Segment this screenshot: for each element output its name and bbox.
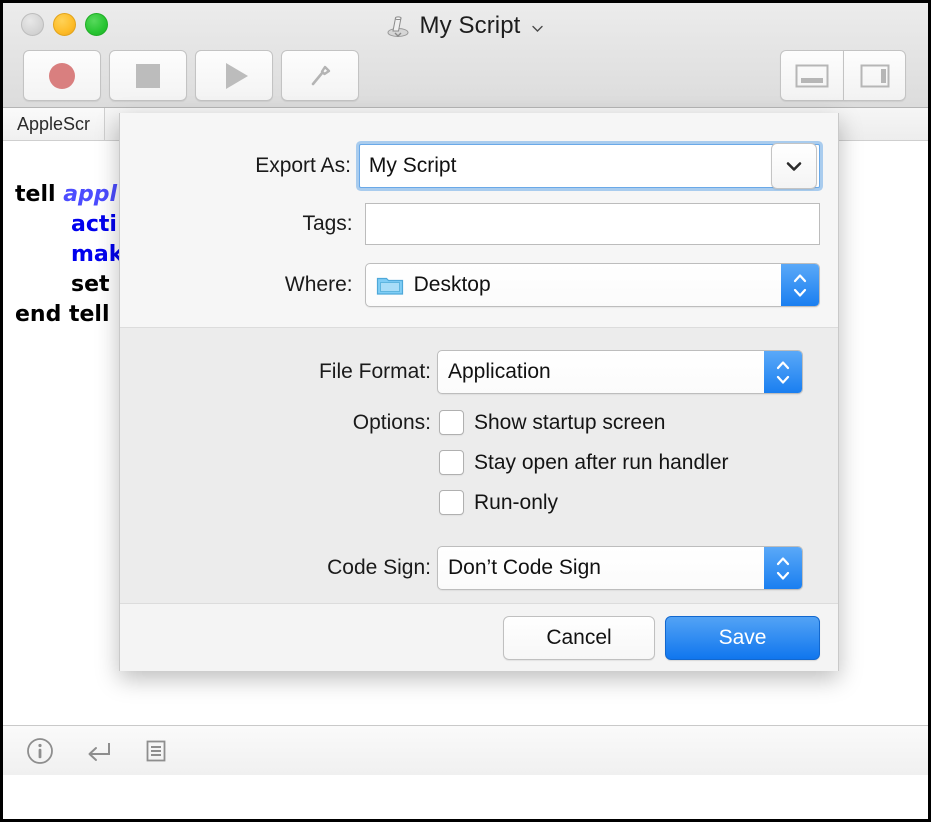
bottom-panel-icon — [794, 62, 830, 90]
file-format-label: File Format: — [120, 360, 431, 384]
export-sheet-top-section: Export As: My Script Tags: Where: — [120, 113, 838, 328]
option-label: Stay open after run handler — [474, 451, 729, 475]
code-token-tell: tell — [15, 182, 63, 207]
toolbar-left-group — [23, 50, 359, 101]
checkbox[interactable] — [439, 450, 464, 475]
checkbox[interactable] — [439, 410, 464, 435]
toggle-bottom-panel-button[interactable] — [780, 50, 843, 101]
window-title-group: My Script — [3, 9, 928, 43]
export-as-value: My Script — [369, 154, 457, 178]
where-value: Desktop — [414, 273, 491, 297]
stepper-arrows-icon — [774, 360, 792, 371]
return-arrow-icon[interactable] — [83, 736, 113, 766]
code-token-set: set — [71, 272, 110, 297]
option-label: Show startup screen — [474, 411, 665, 435]
option-stay-open-after-run-handler[interactable]: Stay open after run handler — [439, 450, 729, 475]
tags-input[interactable] — [365, 203, 820, 245]
options-row: Options: Show startup screen — [120, 410, 820, 435]
info-circle-icon[interactable] — [25, 736, 55, 766]
stepper-arrows-icon — [791, 273, 809, 284]
record-icon — [49, 63, 75, 89]
script-editor-icon — [385, 13, 411, 39]
stop-button[interactable] — [109, 50, 187, 101]
run-button[interactable] — [195, 50, 273, 101]
cancel-button[interactable]: Cancel — [503, 616, 655, 660]
hammer-icon — [305, 61, 335, 91]
stepper-arrows-icon — [791, 287, 809, 298]
play-icon — [226, 63, 248, 89]
compile-button[interactable] — [281, 50, 359, 101]
option-show-startup-screen[interactable]: Show startup screen — [439, 410, 665, 435]
record-button[interactable] — [23, 50, 101, 101]
save-button[interactable]: Save — [665, 616, 820, 660]
code-token-end-tell: end tell — [15, 302, 110, 327]
options-label: Options: — [120, 411, 431, 435]
code-sign-label: Code Sign: — [120, 556, 431, 580]
export-as-input[interactable]: My Script — [359, 144, 820, 188]
where-popup-button[interactable]: Desktop — [365, 263, 820, 307]
code-token-activate: acti — [71, 212, 117, 237]
export-sheet-accessory-section: File Format: Application Options: — [120, 328, 838, 604]
checkbox[interactable] — [439, 490, 464, 515]
toolbar-right-group — [780, 50, 906, 101]
folder-icon — [376, 273, 404, 297]
page-title: My Script — [420, 12, 521, 40]
export-sheet-button-bar: Cancel Save — [120, 604, 838, 671]
where-label: Where: — [120, 273, 353, 297]
stepper-arrows-icon — [774, 570, 792, 581]
tags-row: Tags: — [120, 203, 820, 245]
tab-label: AppleScr — [17, 114, 90, 135]
code-sign-popup-button[interactable]: Don’t Code Sign — [437, 546, 803, 590]
stepper-arrows-icon — [774, 374, 792, 385]
code-token-application: appl — [63, 182, 117, 207]
export-sheet-dialog: Export As: My Script Tags: Where: — [119, 113, 839, 671]
stop-icon — [136, 64, 160, 88]
file-format-row: File Format: Application — [120, 350, 820, 394]
toggle-right-panel-button[interactable] — [843, 50, 906, 101]
option-label: Run-only — [474, 491, 558, 515]
script-source-text[interactable]: tell appl acti mak set end tell — [15, 150, 123, 390]
code-sign-row: Code Sign: Don’t Code Sign — [120, 546, 820, 590]
code-token-make: mak — [71, 242, 123, 267]
stepper-arrows-icon — [774, 556, 792, 567]
tab-applescript[interactable]: AppleScr — [3, 108, 105, 140]
script-editor-window: My Script — [0, 0, 931, 822]
where-row: Where: Desktop — [120, 263, 820, 307]
chevron-down-icon[interactable] — [529, 20, 546, 37]
file-format-popup-button[interactable]: Application — [437, 350, 803, 394]
tags-label: Tags: — [120, 212, 353, 236]
chevron-down-icon — [782, 154, 806, 178]
save-button-label: Save — [719, 626, 767, 650]
code-sign-value: Don’t Code Sign — [448, 556, 601, 580]
log-lines-icon[interactable] — [141, 736, 171, 766]
editor-bottom-bar — [3, 725, 928, 775]
export-as-label: Export As: — [120, 154, 351, 178]
file-format-stepper[interactable] — [764, 351, 802, 393]
cancel-button-label: Cancel — [546, 626, 611, 650]
expand-browser-button[interactable] — [771, 143, 817, 189]
right-panel-icon — [859, 62, 891, 90]
file-format-value: Application — [448, 360, 551, 384]
option-run-only[interactable]: Run-only — [439, 490, 558, 515]
code-sign-stepper[interactable] — [764, 547, 802, 589]
window-titlebar: My Script — [3, 3, 928, 108]
export-as-row: Export As: My Script — [120, 144, 820, 188]
where-stepper[interactable] — [781, 264, 819, 306]
